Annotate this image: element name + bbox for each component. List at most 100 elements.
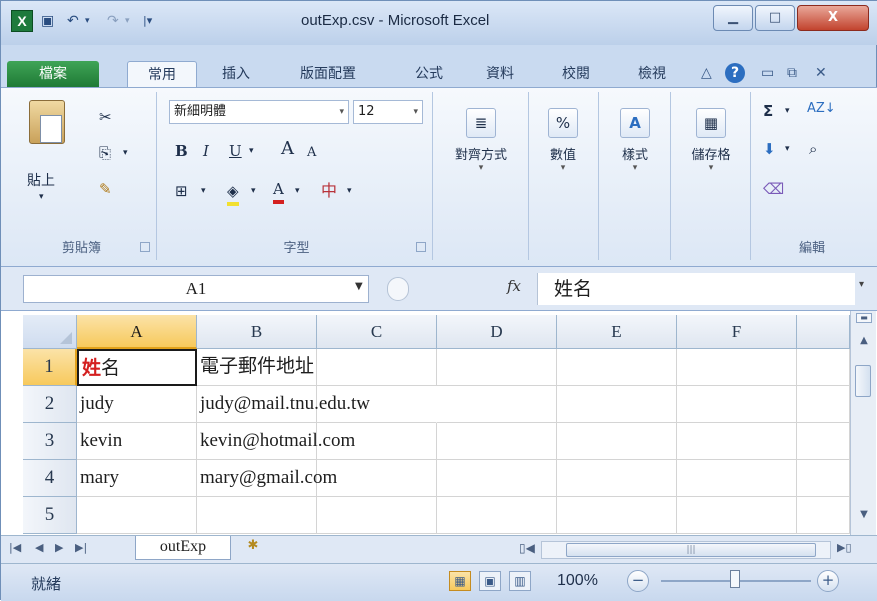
cell-c4[interactable] [317,460,437,497]
minimize-ribbon-icon[interactable]: △ [701,61,712,85]
redo-dropdown-icon[interactable]: ▾ [125,11,130,31]
fill-icon[interactable]: ⬇ [763,138,776,160]
underline-dropdown-icon[interactable]: ▾ [249,140,254,162]
vertical-scroll-thumb[interactable] [855,365,871,397]
split-box[interactable]: ▬ [856,313,872,323]
cell-b2[interactable]: judy@mail.tnu.edu.tw [197,386,370,423]
row-header-2[interactable]: 2 [23,386,77,423]
cell-b1[interactable]: 電子郵件地址 [197,349,317,386]
phonetic-button[interactable]: 中 [321,180,337,202]
scroll-down-icon[interactable]: ▼ [856,509,872,520]
page-layout-view-button[interactable]: ▣ [479,571,501,591]
normal-view-button[interactable]: ▦ [449,571,471,591]
zoom-slider-thumb[interactable] [730,570,740,588]
minimize-button[interactable]: ▁ [713,5,753,31]
cell-d3[interactable] [437,423,557,460]
column-header-f[interactable]: F [677,315,797,349]
tab-formulas[interactable]: 公式 [409,61,449,87]
prev-sheet-icon[interactable]: ◀ [35,541,43,554]
cell-f1[interactable] [677,349,797,386]
formula-resize-handle[interactable] [387,277,409,301]
shrink-font-button[interactable]: A [307,142,316,164]
find-select-icon[interactable]: ⌕ [809,138,817,160]
copy-icon[interactable]: ⎘ [99,142,111,164]
close-button[interactable]: X [797,5,869,31]
paste-dropdown-icon[interactable]: ▾ [39,192,44,202]
phonetic-dropdown-icon[interactable]: ▾ [347,180,352,202]
cell-e4[interactable] [557,460,677,497]
cell-c3[interactable] [317,423,437,460]
cell-e5[interactable] [557,497,677,534]
cell-d4[interactable] [437,460,557,497]
horizontal-scroll-thumb[interactable]: ||| [566,543,816,557]
undo-icon[interactable]: ↶ [67,11,79,31]
workbook-restore-icon[interactable]: ⧉ [787,61,797,85]
cell-c5[interactable] [317,497,437,534]
horizontal-scrollbar[interactable]: ||| [541,541,831,559]
autosum-dropdown-icon[interactable]: ▾ [785,100,790,122]
format-painter-icon[interactable]: ✎ [99,178,112,200]
clear-icon[interactable]: ⌫ [763,178,784,200]
font-name-combo[interactable]: 新細明體 ▾ [169,100,349,124]
cell-a3[interactable]: kevin [77,423,197,460]
cell-g3[interactable] [797,423,850,460]
tab-data[interactable]: 資料 [475,61,525,87]
column-header-a[interactable]: A [77,315,197,349]
font-color-dropdown-icon[interactable]: ▾ [295,180,300,202]
clipboard-launcher-icon[interactable] [140,242,150,252]
column-header-g[interactable] [797,315,850,349]
name-box[interactable]: A1 [23,275,369,303]
borders-dropdown-icon[interactable]: ▾ [201,180,206,202]
cell-d1[interactable] [437,349,557,386]
redo-icon[interactable]: ↷ [107,11,119,31]
workbook-close-icon[interactable]: ✕ [815,61,827,85]
bold-button[interactable]: B [175,140,188,162]
cell-a2[interactable]: judy [77,386,197,423]
column-header-b[interactable]: B [197,315,317,349]
cell-a5[interactable] [77,497,197,534]
save-icon[interactable]: ▣ [41,11,54,31]
name-box-dropdown-icon[interactable]: ▼ [355,281,363,292]
cell-f2[interactable] [677,386,797,423]
cell-g5[interactable] [797,497,850,534]
column-header-d[interactable]: D [437,315,557,349]
font-size-combo[interactable]: 12 ▾ [353,100,423,124]
font-launcher-icon[interactable] [416,242,426,252]
sort-filter-icon[interactable]: AZ↓ [807,98,836,120]
excel-app-icon[interactable]: X [11,10,33,32]
cell-g1[interactable] [797,349,850,386]
fill-color-dropdown-icon[interactable]: ▾ [251,180,256,202]
scroll-up-icon[interactable]: ▲ [856,335,872,346]
cell-f4[interactable] [677,460,797,497]
cell-c1[interactable] [317,349,437,386]
cell-a4[interactable]: mary [77,460,197,497]
font-name-dropdown-icon[interactable]: ▾ [339,101,344,123]
cell-g4[interactable] [797,460,850,497]
page-break-view-button[interactable]: ▥ [509,571,531,591]
cell-e3[interactable] [557,423,677,460]
cell-e1[interactable] [557,349,677,386]
copy-dropdown-icon[interactable]: ▾ [123,142,128,164]
cut-icon[interactable]: ✂ [99,106,112,128]
undo-dropdown-icon[interactable]: ▾ [85,11,90,31]
formula-input[interactable]: 姓名 [537,273,855,305]
paste-button[interactable] [21,100,73,164]
sheet-tab-outexp[interactable]: outExp [135,536,231,560]
cell-c2[interactable] [317,386,437,423]
cell-b5[interactable] [197,497,317,534]
cell-b3[interactable]: kevin@hotmail.com [197,423,355,460]
tab-file[interactable]: 檔案 [7,61,99,87]
autosum-icon[interactable]: Σ [763,100,773,122]
customize-qat-icon[interactable]: |▾ [143,11,152,31]
scroll-right-icon[interactable]: ▶▯ [837,541,852,554]
last-sheet-icon[interactable]: ▶| [75,541,87,554]
insert-function-button[interactable]: fx [507,277,521,295]
cell-f5[interactable] [677,497,797,534]
tab-split-handle[interactable]: ▯◀ [519,541,535,555]
maximize-button[interactable]: □ [755,5,795,31]
cell-d5[interactable] [437,497,557,534]
row-header-5[interactable]: 5 [23,497,77,534]
fill-color-icon[interactable]: ◈ [227,180,239,206]
cell-e2[interactable] [557,386,677,423]
row-header-1[interactable]: 1 [23,349,77,386]
